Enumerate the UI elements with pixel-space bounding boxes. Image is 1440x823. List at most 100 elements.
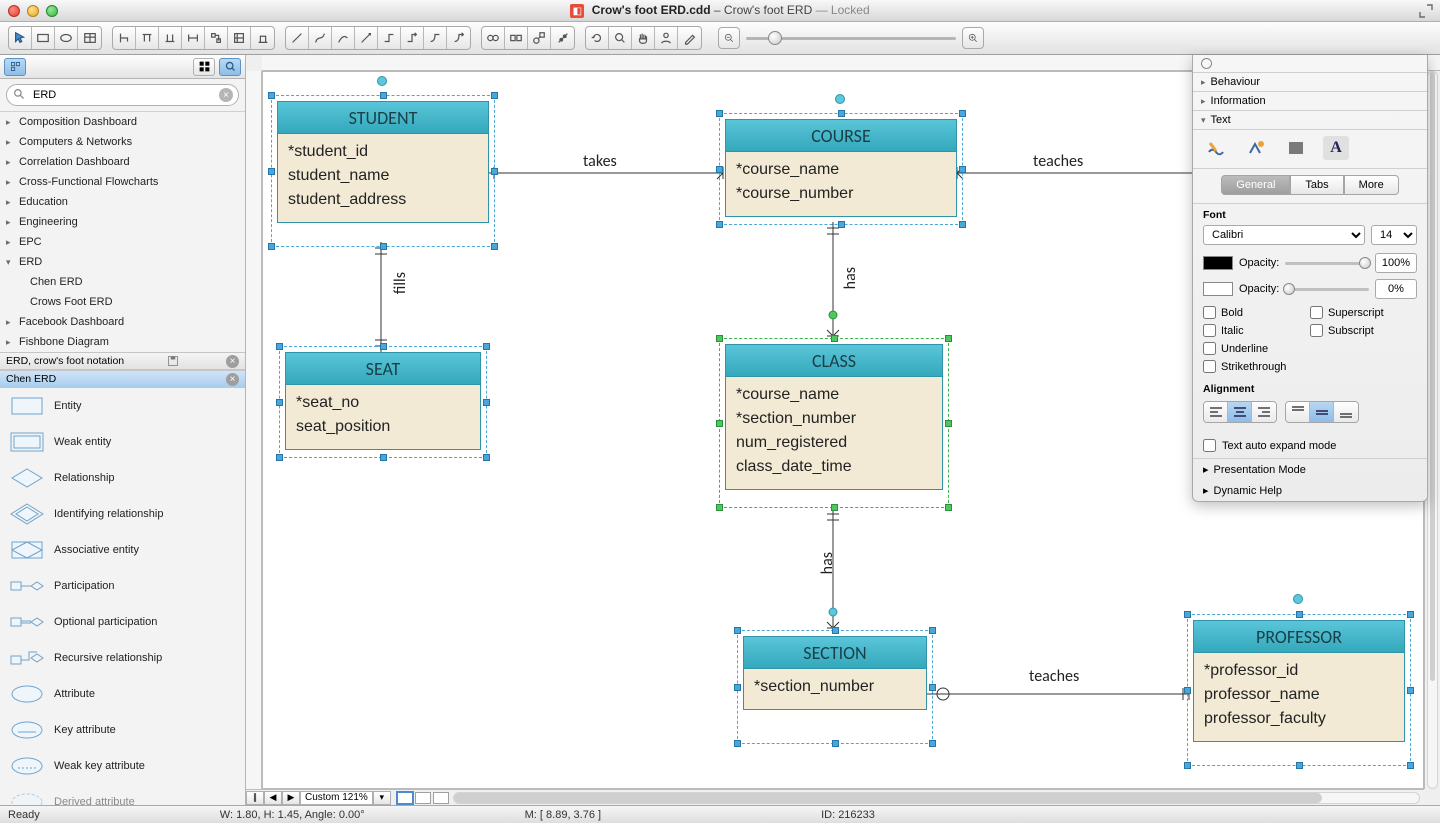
shape-derived-attr[interactable]: Derived attribute (0, 784, 245, 805)
tree-item[interactable]: ▸Composition Dashboard (0, 112, 245, 132)
close-lib-icon[interactable]: × (226, 373, 239, 386)
tree-item[interactable]: ▸Cross-Functional Flowcharts (0, 172, 245, 192)
entity-professor[interactable]: PROFESSOR *professor_idprofessor_namepro… (1193, 620, 1405, 742)
hscroll-track[interactable] (453, 792, 1420, 804)
zoom-track[interactable] (746, 37, 956, 40)
section-presentation[interactable]: ▸Presentation Mode (1193, 459, 1427, 480)
chain-2[interactable] (505, 27, 528, 49)
conn-8[interactable] (447, 27, 470, 49)
conn-6[interactable] (401, 27, 424, 49)
zoom-slider[interactable] (718, 27, 984, 49)
save-lib-icon[interactable] (167, 355, 180, 368)
align-left-icon[interactable] (1204, 402, 1228, 422)
nav-edit[interactable] (678, 27, 701, 49)
bg-fill-icon[interactable] (1283, 136, 1309, 160)
tool-h2[interactable] (136, 27, 159, 49)
lib-section-crowsfoot[interactable]: ERD, crow's foot notation × (0, 352, 245, 370)
check-bold[interactable]: Bold (1203, 306, 1310, 319)
conn-7[interactable] (424, 27, 447, 49)
hscroll-thumb[interactable] (454, 793, 1323, 803)
text-opacity-value[interactable] (1375, 253, 1417, 273)
lib-section-chen[interactable]: Chen ERD × (0, 370, 245, 388)
entity-seat[interactable]: SEAT *seat_noseat_position (285, 352, 481, 450)
highlight-icon[interactable] (1243, 136, 1269, 160)
tree-subitem[interactable]: Crows Foot ERD (0, 292, 245, 312)
tool-pointer[interactable] (9, 27, 32, 49)
align-right-icon[interactable] (1252, 402, 1276, 422)
tree-item[interactable]: ▸Computers & Networks (0, 132, 245, 152)
shape-entity[interactable]: Entity (0, 388, 245, 424)
tree-item[interactable]: ▸Fishbone Diagram (0, 332, 245, 352)
conn-4[interactable] (355, 27, 378, 49)
fullscreen-icon[interactable] (1418, 3, 1434, 19)
tree-item[interactable]: ▸Education (0, 192, 245, 212)
zoom-menu-icon[interactable]: ▾ (373, 791, 391, 805)
tree-item[interactable]: ▸Engineering (0, 212, 245, 232)
bottom-scroll[interactable]: ∥ ◀ ▶ Custom 121% ▾ (246, 789, 1424, 805)
page-thumb[interactable] (433, 792, 449, 804)
tool-rect[interactable] (32, 27, 55, 49)
conn-3[interactable] (332, 27, 355, 49)
font-size-select[interactable]: 14 (1371, 225, 1417, 245)
section-information[interactable]: ▸Information (1193, 92, 1427, 111)
tree-item[interactable]: ▸Facebook Dashboard (0, 312, 245, 332)
panel-radio[interactable] (1193, 55, 1427, 73)
chain-1[interactable] (482, 27, 505, 49)
section-behaviour[interactable]: ▸Behaviour (1193, 73, 1427, 92)
zoom-icon[interactable] (46, 5, 58, 17)
auto-expand-row[interactable]: Text auto expand mode (1193, 433, 1427, 458)
chain-4[interactable] (551, 27, 574, 49)
valign-mid-icon[interactable] (1310, 402, 1334, 422)
nav-refresh[interactable] (586, 27, 609, 49)
check-strike[interactable]: Strikethrough (1203, 360, 1310, 373)
check-underline[interactable]: Underline (1203, 342, 1310, 355)
page-next-icon[interactable]: ▶ (282, 791, 300, 805)
conn-1[interactable] (286, 27, 309, 49)
fill-opacity-value[interactable] (1375, 279, 1417, 299)
rotation-handle[interactable] (835, 94, 845, 104)
shape-opt-participation[interactable]: Optional participation (0, 604, 245, 640)
tool-h3[interactable] (159, 27, 182, 49)
zoom-knob[interactable] (768, 31, 782, 45)
shape-key-attr[interactable]: Key attribute (0, 712, 245, 748)
text-color-swatch[interactable] (1203, 256, 1233, 270)
tool-ellipse[interactable] (55, 27, 78, 49)
search-toggle-icon[interactable] (219, 58, 241, 76)
check-super[interactable]: Superscript (1310, 306, 1417, 319)
vscroll-thumb[interactable] (1430, 72, 1435, 681)
shape-weak-key-attr[interactable]: Weak key attribute (0, 748, 245, 784)
fill-color-swatch[interactable] (1203, 282, 1233, 296)
nav-person[interactable] (655, 27, 678, 49)
page-first-icon[interactable]: ∥ (246, 791, 264, 805)
page-prev-icon[interactable]: ◀ (264, 791, 282, 805)
tree-item[interactable]: ▾ERD (0, 252, 245, 272)
tool-table[interactable] (78, 27, 101, 49)
font-family-select[interactable]: Calibri (1203, 225, 1365, 245)
nav-hand[interactable] (632, 27, 655, 49)
close-icon[interactable] (8, 5, 20, 17)
valign-bottom-icon[interactable] (1334, 402, 1358, 422)
tree-subitem[interactable]: Chen ERD (0, 272, 245, 292)
shape-assoc-entity[interactable]: Associative entity (0, 532, 245, 568)
tab-general[interactable]: General (1221, 175, 1290, 195)
shape-relationship[interactable]: Relationship (0, 460, 245, 496)
section-dynhelp[interactable]: ▸Dynamic Help (1193, 480, 1427, 501)
zoom-level-label[interactable]: Custom 121% (300, 791, 373, 805)
clear-search-icon[interactable]: × (219, 88, 233, 102)
entity-class[interactable]: CLASS *course_name*section_numbernum_reg… (725, 344, 943, 490)
conn-2[interactable] (309, 27, 332, 49)
check-italic[interactable]: Italic (1203, 324, 1310, 337)
view-grid-icon[interactable] (193, 58, 215, 76)
entity-student[interactable]: STUDENT *student_idstudent_namestudent_a… (277, 101, 489, 223)
underline-wave-icon[interactable] (1203, 136, 1229, 160)
shape-id-relationship[interactable]: Identifying relationship (0, 496, 245, 532)
valign-top-icon[interactable] (1286, 402, 1310, 422)
entity-section[interactable]: SECTION *section_number (743, 636, 927, 710)
tool-h5[interactable] (205, 27, 228, 49)
nav-search[interactable] (609, 27, 632, 49)
shape-weak-entity[interactable]: Weak entity (0, 424, 245, 460)
search-input[interactable] (6, 84, 239, 106)
tree-item[interactable]: ▸Correlation Dashboard (0, 152, 245, 172)
shape-attribute[interactable]: Attribute (0, 676, 245, 712)
text-opacity-slider[interactable] (1285, 262, 1369, 265)
